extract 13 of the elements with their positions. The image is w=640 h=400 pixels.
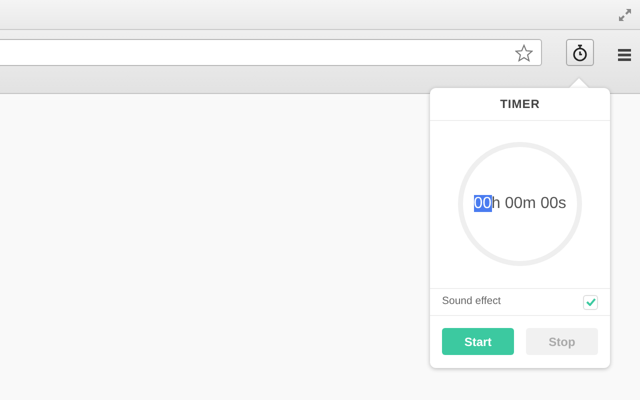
start-button[interactable]: Start	[442, 328, 514, 355]
stopwatch-icon	[572, 44, 588, 62]
sound-effect-label: Sound effect	[442, 294, 501, 310]
popup-title: TIMER	[430, 88, 610, 121]
sound-effect-checkbox[interactable]	[583, 294, 598, 310]
stop-button[interactable]: Stop	[526, 328, 598, 355]
timer-button[interactable]	[566, 39, 594, 66]
fullscreen-icon[interactable]	[618, 8, 632, 22]
time-display[interactable]: 00h 00m 00s	[474, 192, 566, 216]
address-field[interactable]	[0, 39, 542, 66]
check-icon	[586, 298, 596, 306]
menu-icon	[618, 48, 631, 61]
star-icon[interactable]	[515, 44, 533, 62]
